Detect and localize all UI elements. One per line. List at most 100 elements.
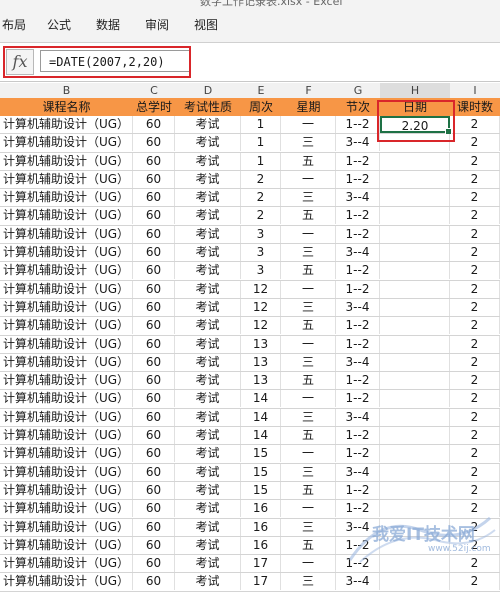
cell-week[interactable]: 3 xyxy=(241,244,281,262)
cell-name[interactable]: 计算机辅助设计（UG） xyxy=(0,555,133,573)
cell-hours[interactable]: 60 xyxy=(133,317,175,335)
cell-date[interactable] xyxy=(380,408,450,426)
cell-period[interactable]: 1--2 xyxy=(336,335,380,353)
cell-weekday[interactable]: 三 xyxy=(281,408,336,426)
cell-weekday[interactable]: 三 xyxy=(281,573,336,591)
cell-week[interactable]: 1 xyxy=(241,134,281,152)
cell-name[interactable]: 计算机辅助设计（UG） xyxy=(0,536,133,554)
cell-count[interactable]: 2 xyxy=(450,335,500,353)
cell-date[interactable] xyxy=(380,573,450,591)
cell-date[interactable] xyxy=(380,170,450,188)
cell-exam[interactable]: 考试 xyxy=(175,225,241,243)
cell-date[interactable] xyxy=(380,262,450,280)
cell-name[interactable]: 计算机辅助设计（UG） xyxy=(0,427,133,445)
cell-name[interactable]: 计算机辅助设计（UG） xyxy=(0,225,133,243)
cell-weekday[interactable]: 五 xyxy=(281,372,336,390)
cell-week[interactable]: 2 xyxy=(241,207,281,225)
cell-week[interactable]: 15 xyxy=(241,445,281,463)
cell-name[interactable]: 计算机辅助设计（UG） xyxy=(0,408,133,426)
cell-count[interactable]: 2 xyxy=(450,445,500,463)
cell-hours[interactable]: 60 xyxy=(133,408,175,426)
cell-name[interactable]: 计算机辅助设计（UG） xyxy=(0,280,133,298)
tab-view[interactable]: 视图 xyxy=(194,16,218,33)
cell-date[interactable] xyxy=(380,152,450,170)
cell-period[interactable]: 3--4 xyxy=(336,298,380,316)
cell-name[interactable]: 计算机辅助设计（UG） xyxy=(0,134,133,152)
cell-count[interactable]: 2 xyxy=(450,189,500,207)
cell-exam[interactable]: 考试 xyxy=(175,463,241,481)
cell-weekday[interactable]: 五 xyxy=(281,427,336,445)
cell-week[interactable]: 16 xyxy=(241,518,281,536)
cell-period[interactable]: 3--4 xyxy=(336,573,380,591)
cell-name[interactable]: 计算机辅助设计（UG） xyxy=(0,463,133,481)
cell-date[interactable] xyxy=(380,298,450,316)
cell-count[interactable]: 2 xyxy=(450,298,500,316)
cell-week[interactable]: 15 xyxy=(241,463,281,481)
cell-count[interactable]: 2 xyxy=(450,390,500,408)
cell-hours[interactable]: 60 xyxy=(133,225,175,243)
cell-name[interactable]: 计算机辅助设计（UG） xyxy=(0,353,133,371)
column-letter-f[interactable]: F xyxy=(281,83,336,98)
column-letter-h[interactable]: H xyxy=(380,83,450,98)
cell-name[interactable]: 计算机辅助设计（UG） xyxy=(0,573,133,591)
cell-hours[interactable]: 60 xyxy=(133,390,175,408)
cell-hours[interactable]: 60 xyxy=(133,335,175,353)
column-letter-g[interactable]: G xyxy=(336,83,380,98)
cell-date[interactable] xyxy=(380,244,450,262)
cell-week[interactable]: 17 xyxy=(241,555,281,573)
cell-exam[interactable]: 考试 xyxy=(175,445,241,463)
cell-week[interactable]: 14 xyxy=(241,427,281,445)
column-letter-d[interactable]: D xyxy=(175,83,241,98)
cell-period[interactable]: 1--2 xyxy=(336,170,380,188)
cell-exam[interactable]: 考试 xyxy=(175,134,241,152)
cell-weekday[interactable]: 五 xyxy=(281,317,336,335)
cell-hours[interactable]: 60 xyxy=(133,372,175,390)
cell-exam[interactable]: 考试 xyxy=(175,481,241,499)
cell-hours[interactable]: 60 xyxy=(133,116,175,133)
cell-date[interactable] xyxy=(380,427,450,445)
cell-date[interactable] xyxy=(380,189,450,207)
cell-exam[interactable]: 考试 xyxy=(175,262,241,280)
cell-name[interactable]: 计算机辅助设计（UG） xyxy=(0,335,133,353)
cell-week[interactable]: 16 xyxy=(241,536,281,554)
cell-hours[interactable]: 60 xyxy=(133,207,175,225)
cell-hours[interactable]: 60 xyxy=(133,555,175,573)
cell-date[interactable] xyxy=(380,317,450,335)
cell-hours[interactable]: 60 xyxy=(133,262,175,280)
cell-hours[interactable]: 60 xyxy=(133,189,175,207)
cell-count[interactable]: 2 xyxy=(450,152,500,170)
column-letter-c[interactable]: C xyxy=(133,83,175,98)
cell-hours[interactable]: 60 xyxy=(133,353,175,371)
cell-weekday[interactable]: 三 xyxy=(281,353,336,371)
cell-week[interactable]: 13 xyxy=(241,372,281,390)
cell-weekday[interactable]: 一 xyxy=(281,445,336,463)
cell-name[interactable]: 计算机辅助设计（UG） xyxy=(0,481,133,499)
cell-exam[interactable]: 考试 xyxy=(175,353,241,371)
cell-hours[interactable]: 60 xyxy=(133,463,175,481)
cell-week[interactable]: 13 xyxy=(241,335,281,353)
cell-period[interactable]: 1--2 xyxy=(336,262,380,280)
cell-week[interactable]: 13 xyxy=(241,353,281,371)
cell-period[interactable]: 3--4 xyxy=(336,189,380,207)
cell-exam[interactable]: 考试 xyxy=(175,427,241,445)
cell-weekday[interactable]: 三 xyxy=(281,189,336,207)
cell-period[interactable]: 1--2 xyxy=(336,481,380,499)
cell-period[interactable]: 1--2 xyxy=(336,225,380,243)
column-letter-i[interactable]: I xyxy=(450,83,500,98)
cell-exam[interactable]: 考试 xyxy=(175,244,241,262)
cell-weekday[interactable]: 一 xyxy=(281,500,336,518)
cell-count[interactable]: 2 xyxy=(450,353,500,371)
cell-period[interactable]: 1--2 xyxy=(336,390,380,408)
cell-name[interactable]: 计算机辅助设计（UG） xyxy=(0,298,133,316)
cell-weekday[interactable]: 三 xyxy=(281,244,336,262)
cell-period[interactable]: 3--4 xyxy=(336,353,380,371)
cell-hours[interactable]: 60 xyxy=(133,244,175,262)
cell-exam[interactable]: 考试 xyxy=(175,518,241,536)
cell-period[interactable]: 3--4 xyxy=(336,244,380,262)
cell-period[interactable]: 1--2 xyxy=(336,116,380,133)
cell-week[interactable]: 12 xyxy=(241,280,281,298)
cell-count[interactable]: 2 xyxy=(450,280,500,298)
cell-count[interactable]: 2 xyxy=(450,244,500,262)
cell-exam[interactable]: 考试 xyxy=(175,170,241,188)
cell-name[interactable]: 计算机辅助设计（UG） xyxy=(0,152,133,170)
